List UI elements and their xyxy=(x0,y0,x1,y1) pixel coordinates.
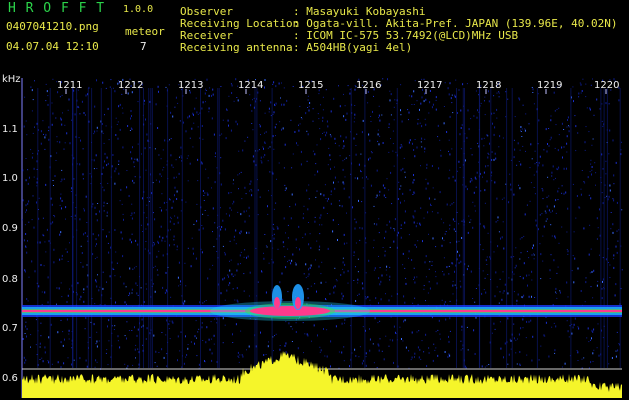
app-title: H R O F F T xyxy=(8,1,106,16)
info-value-antenna: : A504HB(yagi 4el) xyxy=(293,41,413,54)
noise-column xyxy=(110,88,112,368)
noise-column xyxy=(217,88,219,368)
noise-field xyxy=(22,78,623,370)
file-name: 0407041210.png xyxy=(6,20,99,33)
noise-column xyxy=(91,88,93,368)
noise-column xyxy=(100,88,102,368)
spectrogram xyxy=(21,78,623,398)
x-tick-label: 1213 xyxy=(178,80,204,91)
y-tick-label: 0.6 xyxy=(2,373,18,384)
y-tick-label: 0.7 xyxy=(2,323,18,334)
noise-column xyxy=(462,88,464,368)
meteor-spike-core xyxy=(295,297,301,309)
noise-column xyxy=(148,88,150,368)
y-unit-label: kHz xyxy=(2,74,21,85)
meteor-spike-core xyxy=(274,297,280,309)
meteor-label: meteor xyxy=(125,25,165,38)
x-tick-label: 1218 xyxy=(476,80,502,91)
noise-column xyxy=(364,88,366,368)
noise-column xyxy=(87,88,89,368)
noise-column xyxy=(218,88,220,368)
x-tick-label: 1215 xyxy=(298,80,324,91)
date-time: 04.07.04 12:10 xyxy=(6,40,99,53)
x-tick-label: 1217 xyxy=(417,80,443,91)
noise-column xyxy=(606,88,608,368)
power-profile xyxy=(22,351,622,398)
noise-column xyxy=(603,88,605,368)
noise-column xyxy=(271,88,273,368)
noise-column xyxy=(506,88,508,368)
noise-column xyxy=(150,88,152,368)
x-tick-label: 1212 xyxy=(118,80,144,91)
info-label-antenna: Receiving antenna xyxy=(180,41,293,54)
x-tick-label: 1219 xyxy=(537,80,563,91)
noise-column xyxy=(254,88,256,368)
noise-column xyxy=(490,88,492,368)
noise-column xyxy=(456,88,457,368)
meteor-core xyxy=(250,306,330,316)
noise-column xyxy=(570,88,572,368)
noise-column xyxy=(396,88,398,368)
noise-column xyxy=(76,88,78,368)
app-version: 1.0.0 xyxy=(123,4,154,15)
noise-column xyxy=(37,88,39,368)
y-tick-label: 0.9 xyxy=(2,223,18,234)
noise-column xyxy=(256,88,258,368)
y-tick-label: 1.1 xyxy=(2,124,18,135)
y-tick-label: 1.0 xyxy=(2,173,18,184)
noise-column xyxy=(511,88,513,368)
noise-column xyxy=(479,88,481,368)
noise-column xyxy=(619,88,621,368)
noise-column xyxy=(350,88,352,368)
noise-column xyxy=(181,88,183,368)
noise-column xyxy=(167,88,169,368)
noise-column xyxy=(139,88,141,368)
noise-column xyxy=(151,88,153,368)
meteor-count: 7 xyxy=(140,40,147,53)
noise-column xyxy=(72,88,74,368)
y-tick-label: 0.8 xyxy=(2,274,18,285)
x-tick-label: 1211 xyxy=(57,80,83,91)
noise-column xyxy=(49,88,51,368)
noise-column xyxy=(600,88,602,368)
noise-column xyxy=(143,88,144,368)
noise-column xyxy=(464,88,465,368)
x-tick-label: 1220 xyxy=(594,80,620,91)
x-tick-label: 1214 xyxy=(238,80,264,91)
noise-column xyxy=(200,88,201,368)
noise-column xyxy=(536,88,538,368)
x-tick-label: 1216 xyxy=(356,80,382,91)
